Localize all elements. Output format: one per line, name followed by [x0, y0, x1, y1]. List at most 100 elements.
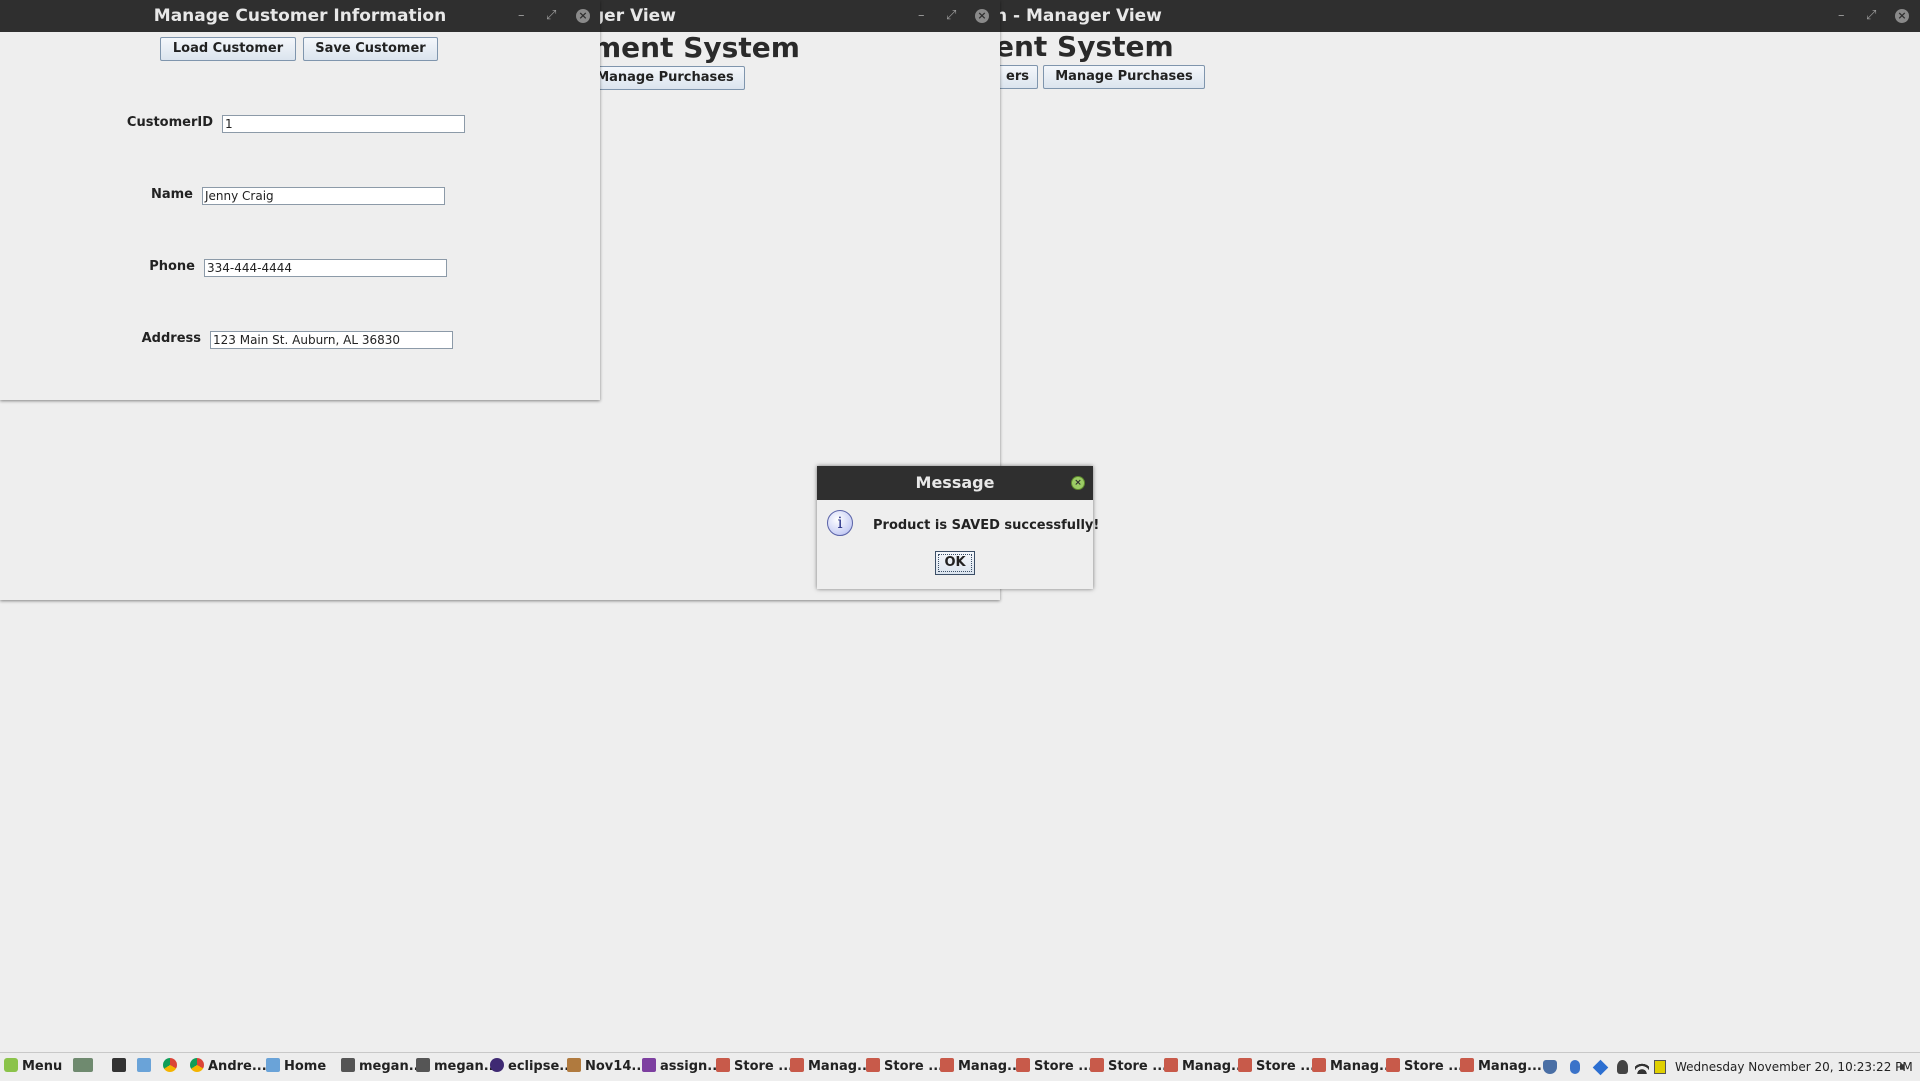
taskbar-item[interactable]: Manag...	[1164, 1053, 1246, 1081]
chrome-icon	[163, 1058, 177, 1072]
launcher-terminal[interactable]	[112, 1053, 130, 1081]
bluetooth-icon[interactable]	[1570, 1060, 1580, 1074]
taskbar-item-label: assign...	[660, 1059, 723, 1074]
taskbar-item[interactable]: Manag...	[940, 1053, 1022, 1081]
taskbar-item-label: Manag...	[1478, 1059, 1542, 1074]
folder-icon	[137, 1058, 151, 1072]
info-icon: i	[827, 510, 853, 536]
terminal-icon	[341, 1058, 355, 1072]
java-icon	[1460, 1058, 1474, 1072]
customer-id-label: CustomerID	[126, 115, 213, 130]
wifi-icon[interactable]	[1635, 1060, 1649, 1074]
window-title: Manage Customer Information	[153, 6, 447, 26]
load-customer-button[interactable]: Load Customer	[160, 37, 296, 61]
ok-button[interactable]: OK	[935, 551, 975, 575]
taskbar-item[interactable]: Store ...	[1386, 1053, 1463, 1081]
dropbox-icon[interactable]	[1592, 1059, 1609, 1076]
window-title: n - Manager View	[995, 6, 1162, 26]
taskbar-item[interactable]: Andre...	[190, 1053, 267, 1081]
battery-icon[interactable]	[1654, 1060, 1666, 1074]
taskbar-item[interactable]: Nov14....	[567, 1053, 651, 1081]
java-icon	[1090, 1058, 1104, 1072]
close-icon[interactable]: ×	[1071, 476, 1085, 490]
address-label: Address	[141, 331, 201, 346]
java-icon	[1386, 1058, 1400, 1072]
name-field[interactable]: Jenny Craig	[202, 187, 445, 205]
terminal-icon	[416, 1058, 430, 1072]
phone-field[interactable]: 334-444-4444	[204, 259, 447, 277]
taskbar-item-label: Store ...	[1034, 1059, 1094, 1074]
taskbar-item-label: Manag...	[1182, 1059, 1246, 1074]
dialog-message: Product is SAVED successfully!	[873, 518, 1100, 533]
maximize-icon[interactable]: ⤢	[946, 0, 956, 32]
document-icon	[642, 1058, 656, 1072]
user-icon[interactable]	[1617, 1060, 1628, 1074]
chrome-icon	[190, 1058, 204, 1072]
java-icon	[1312, 1058, 1326, 1072]
maximize-icon[interactable]: ⤢	[1866, 0, 1876, 32]
taskbar-item[interactable]: Manag...	[1312, 1053, 1394, 1081]
taskbar-item[interactable]: eclipse...	[490, 1053, 574, 1081]
taskbar-item[interactable]: assign...	[642, 1053, 722, 1081]
manage-purchases-button[interactable]: Manage Purchases	[1043, 65, 1205, 89]
taskbar-item[interactable]: megan...	[416, 1053, 499, 1081]
close-icon[interactable]: ×	[1895, 9, 1909, 23]
taskbar-item[interactable]: megan...	[341, 1053, 424, 1081]
maximize-icon[interactable]: ⤢	[546, 0, 556, 32]
manage-purchases-button[interactable]: Manage Purchases	[585, 66, 745, 90]
taskbar-item-label: Store ...	[1256, 1059, 1316, 1074]
taskbar-item[interactable]: Home	[266, 1053, 326, 1081]
close-icon[interactable]: ×	[576, 9, 590, 23]
taskbar-item-label: Manag...	[808, 1059, 872, 1074]
taskbar: Menu Andre... Home megan... megan... ecl…	[0, 1052, 1920, 1080]
show-desktop-button[interactable]	[73, 1053, 97, 1081]
taskbar-item-label: megan...	[434, 1059, 499, 1074]
shield-icon[interactable]	[1543, 1060, 1557, 1074]
taskbar-item-label: Andre...	[208, 1059, 267, 1074]
close-icon[interactable]: ×	[975, 9, 989, 23]
taskbar-item-label: megan...	[359, 1059, 424, 1074]
dialog-title: Message	[915, 473, 995, 492]
minimize-icon[interactable]: –	[1838, 0, 1845, 32]
taskbar-item[interactable]: Store ...	[1016, 1053, 1093, 1081]
system-title: ent System	[995, 30, 1174, 63]
minimize-icon[interactable]: –	[918, 0, 925, 32]
phone-label: Phone	[149, 259, 195, 274]
folder-icon	[266, 1058, 280, 1072]
name-label: Name	[150, 187, 193, 202]
taskbar-item[interactable]: Manag...	[1460, 1053, 1542, 1081]
java-icon	[1016, 1058, 1030, 1072]
taskbar-item[interactable]: Manag...	[790, 1053, 872, 1081]
system-title: ment System	[592, 31, 800, 64]
dialog-titlebar[interactable]: Message ×	[817, 466, 1093, 500]
window-title: ger View	[592, 6, 676, 26]
java-icon	[866, 1058, 880, 1072]
java-icon	[790, 1058, 804, 1072]
clock[interactable]: Wednesday November 20, 10:23:22 PM	[1675, 1053, 1913, 1081]
java-icon	[716, 1058, 730, 1072]
launcher-files[interactable]	[137, 1053, 155, 1081]
save-customer-button[interactable]: Save Customer	[303, 37, 438, 61]
desktop-icon	[73, 1058, 93, 1072]
launcher-chrome[interactable]	[163, 1053, 181, 1081]
address-field[interactable]: 123 Main St. Auburn, AL 36830	[210, 331, 453, 349]
menu-label: Menu	[22, 1059, 63, 1074]
customer-window: Manage Customer Information – ⤢ × Load C…	[0, 0, 600, 400]
java-icon	[940, 1058, 954, 1072]
customer-id-field[interactable]: 1	[222, 115, 465, 133]
taskbar-item-label: Store ...	[1404, 1059, 1464, 1074]
archive-icon	[567, 1058, 581, 1072]
taskbar-item-label: Store ...	[734, 1059, 794, 1074]
eclipse-icon	[490, 1058, 504, 1072]
taskbar-item-label: Home	[284, 1059, 327, 1074]
taskbar-item[interactable]: Store ...	[1238, 1053, 1315, 1081]
message-dialog: Message × i Product is SAVED successfull…	[817, 466, 1099, 589]
start-menu-button[interactable]: Menu	[4, 1053, 62, 1081]
java-icon	[1238, 1058, 1252, 1072]
taskbar-item[interactable]: Store ...	[1090, 1053, 1167, 1081]
taskbar-item[interactable]: Store ...	[866, 1053, 943, 1081]
taskbar-item[interactable]: Store ...	[716, 1053, 793, 1081]
window-titlebar[interactable]: Manage Customer Information – ⤢ ×	[0, 0, 600, 32]
taskbar-item-label: Store ...	[884, 1059, 944, 1074]
minimize-icon[interactable]: –	[518, 0, 525, 32]
